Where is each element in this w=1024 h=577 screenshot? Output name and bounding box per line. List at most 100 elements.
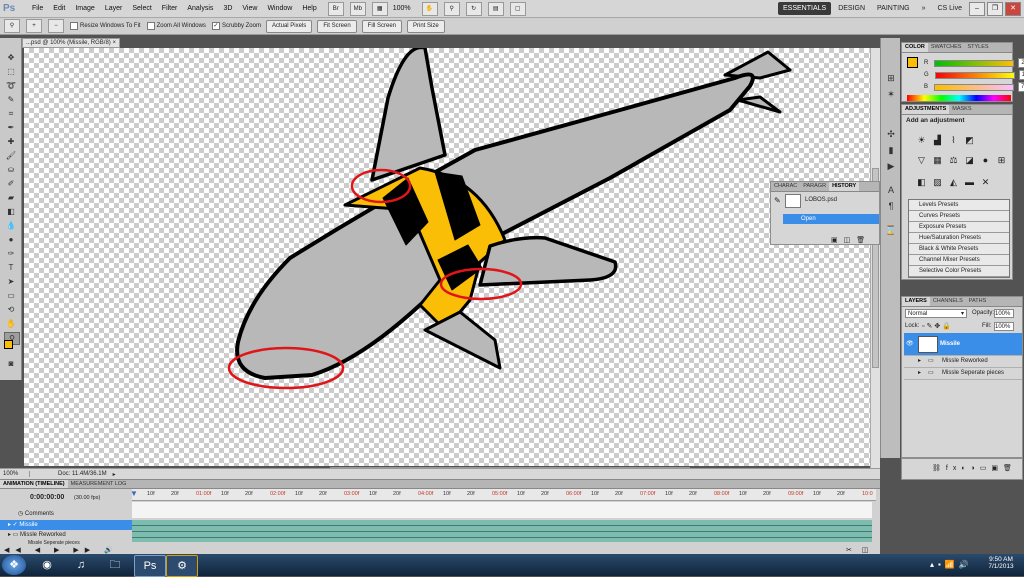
- actions-panel-icon[interactable]: ▶: [885, 160, 897, 172]
- mini-bridge-icon[interactable]: Mb: [349, 1, 366, 16]
- eyedropper-tool-icon[interactable]: ✒: [4, 122, 18, 133]
- minimize-button[interactable]: –: [969, 1, 985, 16]
- levels-icon[interactable]: ▟: [932, 135, 943, 146]
- menu-image[interactable]: Image: [70, 0, 99, 18]
- red-value-field[interactable]: 250: [1018, 58, 1024, 68]
- tab-measurement-log[interactable]: MEASUREMENT LOG: [68, 480, 130, 488]
- tab-adjustments[interactable]: ADJUSTMENTS: [902, 105, 950, 114]
- cs-live-button[interactable]: CS Live: [932, 2, 967, 15]
- group-expand-icon[interactable]: ▸: [918, 367, 921, 379]
- pen-tool-icon[interactable]: ✑: [4, 248, 18, 259]
- menu-file[interactable]: File: [27, 0, 48, 18]
- close-button[interactable]: ✕: [1005, 1, 1021, 16]
- hand-tool-icon[interactable]: ✋: [4, 318, 18, 329]
- document-tab[interactable]: ...psd @ 100% (Missile, RGB/8) ×: [22, 38, 120, 48]
- dodge-tool-icon[interactable]: ●: [4, 234, 18, 245]
- status-menu-arrow-icon[interactable]: ▸: [113, 471, 116, 478]
- timeline-track-bars[interactable]: [132, 520, 872, 542]
- tab-character[interactable]: CHARAC: [771, 182, 800, 191]
- exposure-icon[interactable]: ◩: [964, 135, 975, 146]
- layer-name[interactable]: Missle Reworked: [942, 355, 988, 367]
- tab-channels[interactable]: CHANNELS: [930, 297, 966, 306]
- itunes-icon[interactable]: ♫: [66, 555, 96, 575]
- healing-brush-tool-icon[interactable]: ✚: [4, 136, 18, 147]
- tab-paths[interactable]: PATHS: [966, 297, 990, 306]
- zoom-level-menu[interactable]: 100%: [388, 0, 416, 18]
- layer-row-missle-seperate-pieces[interactable]: ▸ ▭ Missle Seperate pieces: [904, 367, 1022, 380]
- bridge-icon[interactable]: Br: [327, 1, 344, 16]
- rotate-view-icon[interactable]: ↻: [465, 1, 482, 16]
- menu-help[interactable]: Help: [297, 0, 321, 18]
- brush-panel-icon[interactable]: ✣: [885, 128, 897, 140]
- workspace-essentials[interactable]: ESSENTIALS: [778, 2, 832, 15]
- file-explorer-icon[interactable]: 🗀: [100, 555, 130, 575]
- vibrance-icon[interactable]: ▽: [916, 155, 927, 166]
- history-brush-source-icon[interactable]: ✎: [774, 196, 781, 205]
- path-selection-tool-icon[interactable]: ➤: [4, 276, 18, 287]
- timeline-playback-controls[interactable]: ◀◀ ◀ ▶ ▶▶ 🔊: [4, 546, 119, 554]
- menu-view[interactable]: View: [237, 0, 262, 18]
- lock-options-icons[interactable]: ▫✎✥🔒: [922, 322, 953, 330]
- quick-mask-icon[interactable]: ◙: [4, 358, 18, 369]
- tab-styles[interactable]: STYLES: [964, 43, 991, 52]
- layer-visibility-eye-icon[interactable]: 👁: [906, 333, 914, 355]
- blue-value-field[interactable]: 7: [1018, 82, 1024, 92]
- timeline-ruler[interactable]: 10f 20f 01:00f 10f 20f 02:00f 10f 20f 03:00f 10f 2…: [132, 489, 876, 501]
- zoom-out-icon[interactable]: −: [48, 19, 64, 33]
- 3d-rotate-tool-icon[interactable]: ⟲: [4, 304, 18, 315]
- zoom-all-windows-checkbox[interactable]: Zoom All Windows: [146, 22, 206, 30]
- preset-curves[interactable]: Curves Presets: [909, 211, 1009, 222]
- restore-button[interactable]: ❐: [987, 1, 1003, 16]
- hand-tool-icon[interactable]: ✋: [421, 1, 438, 16]
- color-balance-icon[interactable]: ⚖: [948, 155, 959, 166]
- history-panel-icon[interactable]: ⌛: [885, 224, 897, 236]
- workspace-painting[interactable]: PAINTING: [872, 2, 915, 15]
- menu-analysis[interactable]: Analysis: [182, 0, 218, 18]
- fit-screen-button[interactable]: Fit Screen: [317, 19, 357, 33]
- view-extras-icon[interactable]: ▦: [371, 1, 388, 16]
- document-canvas[interactable]: [24, 48, 880, 466]
- photoshop-taskbar-icon[interactable]: Ps: [134, 555, 166, 577]
- threshold-icon[interactable]: ◭: [948, 177, 959, 188]
- preset-exposure[interactable]: Exposure Presets: [909, 222, 1009, 233]
- screen-mode-icon[interactable]: ▢: [509, 1, 526, 16]
- tab-color[interactable]: COLOR: [902, 43, 928, 52]
- zoom-in-icon[interactable]: +: [26, 19, 42, 33]
- black-white-icon[interactable]: ◪: [964, 155, 975, 166]
- eraser-tool-icon[interactable]: ▰: [4, 192, 18, 203]
- playhead-icon[interactable]: ▼: [130, 489, 138, 498]
- red-slider[interactable]: [934, 59, 1015, 67]
- menu-window[interactable]: Window: [262, 0, 297, 18]
- tab-paragraph[interactable]: PARAGR: [800, 182, 829, 191]
- zoom-tool-preset-icon[interactable]: ⚲: [4, 19, 20, 33]
- blend-mode-select[interactable]: Normal ▾: [905, 309, 967, 318]
- selective-color-icon[interactable]: ✕: [980, 177, 991, 188]
- canvas-vertical-scrollbar[interactable]: [870, 48, 880, 468]
- brightness-contrast-icon[interactable]: ☀: [916, 135, 927, 146]
- history-footer-icons[interactable]: ▣◫🗑: [831, 236, 871, 244]
- steam-icon[interactable]: ⚙: [166, 555, 198, 577]
- curves-icon[interactable]: ⌇: [948, 135, 959, 146]
- menu-select[interactable]: Select: [127, 0, 156, 18]
- color-panel-foreground-swatch[interactable]: [907, 57, 918, 68]
- opacity-field[interactable]: 100%: [994, 309, 1014, 318]
- green-slider[interactable]: [934, 71, 1015, 79]
- blur-tool-icon[interactable]: 💧: [4, 220, 18, 231]
- timeline-current-time[interactable]: 0:00:00:00: [30, 494, 64, 501]
- channel-mixer-icon[interactable]: ⊞: [996, 155, 1007, 166]
- character-panel-icon[interactable]: A: [885, 184, 897, 196]
- layer-name[interactable]: Missile: [940, 333, 960, 355]
- menu-edit[interactable]: Edit: [48, 0, 70, 18]
- preset-levels[interactable]: Levels Presets: [909, 200, 1009, 211]
- history-snapshot-name[interactable]: LOBOS.psd: [805, 197, 837, 203]
- tab-masks[interactable]: MASKS: [949, 105, 974, 114]
- start-button[interactable]: ❖: [2, 555, 26, 575]
- hue-saturation-icon[interactable]: ▦: [932, 155, 943, 166]
- scrubby-zoom-checkbox[interactable]: ✓ Scrubby Zoom: [211, 22, 261, 30]
- preset-black-white[interactable]: Black & White Presets: [909, 244, 1009, 255]
- mini-bridge-panel-icon[interactable]: ⊞: [885, 72, 897, 84]
- preset-hue-saturation[interactable]: Hue/Saturation Presets: [909, 233, 1009, 244]
- menu-filter[interactable]: Filter: [157, 0, 183, 18]
- gradient-map-icon[interactable]: ▬: [964, 177, 975, 188]
- quick-select-tool-icon[interactable]: ✎: [4, 94, 18, 105]
